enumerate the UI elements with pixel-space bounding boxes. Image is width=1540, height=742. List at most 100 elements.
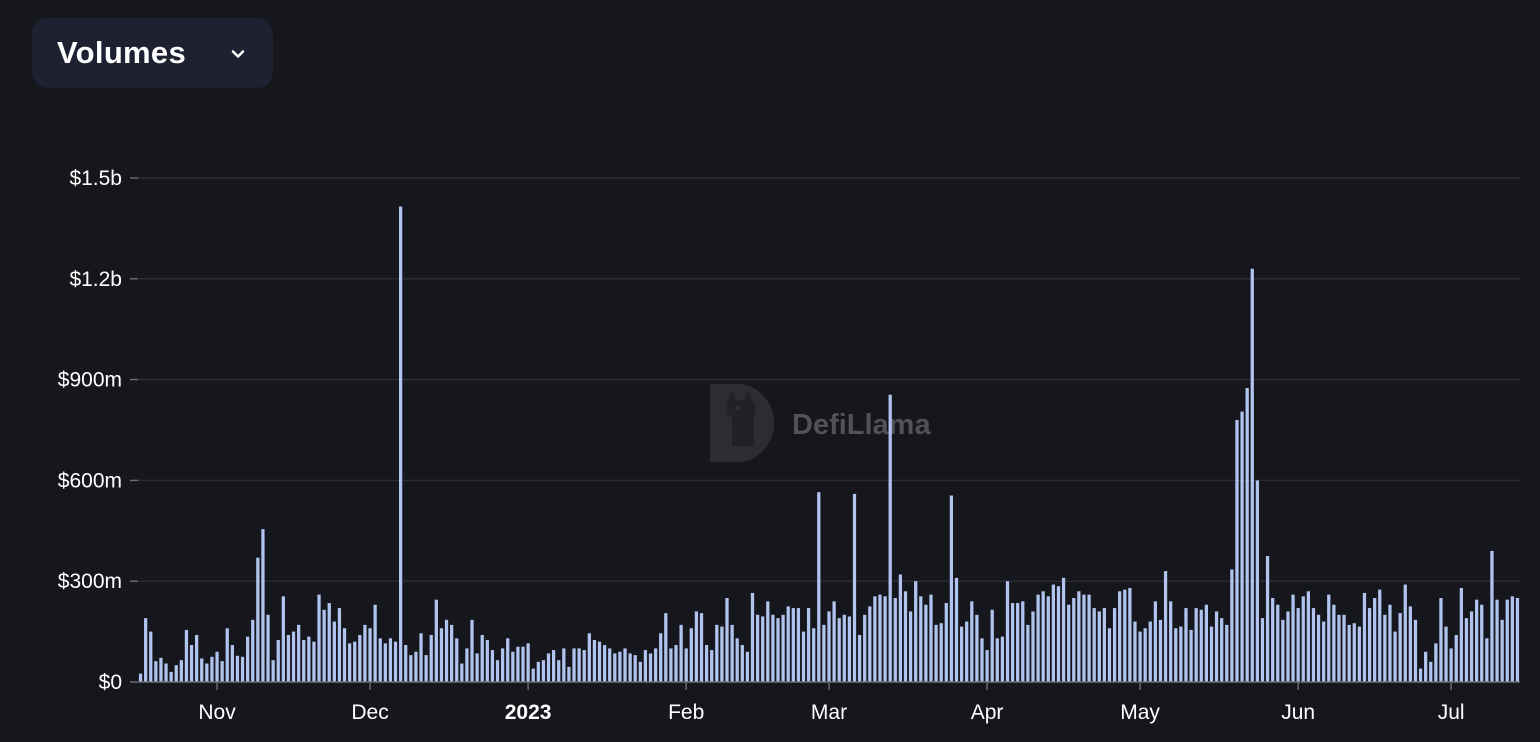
- volume-bar: [577, 648, 581, 682]
- volume-bar: [1041, 591, 1045, 682]
- x-tick-label: Apr: [971, 701, 1004, 724]
- volume-bar: [1005, 581, 1010, 682]
- volume-bar: [822, 624, 826, 682]
- volume-bar: [1408, 606, 1412, 682]
- volume-bar: [470, 619, 474, 682]
- volume-bar: [312, 641, 316, 682]
- volume-bar: [704, 645, 709, 682]
- volume-bar: [567, 666, 571, 682]
- volume-bar-chart: $0 $300m $600m $900m $1.2b $1.5b Nov Dec 2023 Feb…: [58, 167, 1520, 724]
- volume-bar: [786, 606, 790, 682]
- volume-bar: [587, 633, 591, 682]
- volume-bar: [592, 640, 597, 682]
- volume-bar: [1225, 624, 1229, 682]
- volume-bar: [750, 592, 755, 682]
- volume-bar: [1209, 626, 1214, 682]
- volume-bar: [434, 599, 438, 682]
- volume-bar: [297, 624, 301, 682]
- volume-bar: [1291, 594, 1295, 682]
- volume-bar: [1118, 591, 1122, 682]
- x-tick-label: Mar: [811, 701, 847, 724]
- volume-bar: [490, 650, 495, 682]
- y-tick-label: $600m: [58, 469, 122, 492]
- volume-bar: [914, 581, 918, 682]
- volume-bar: [944, 603, 948, 682]
- volume-bar: [378, 638, 382, 682]
- volume-bar: [562, 648, 566, 682]
- volume-bar: [368, 628, 372, 682]
- volume-bar: [1429, 661, 1433, 682]
- volume-bar: [348, 643, 352, 682]
- volume-bar: [1449, 648, 1453, 682]
- volume-bar: [164, 663, 168, 682]
- volume-bar: [1332, 604, 1336, 682]
- volume-bar: [286, 634, 291, 682]
- volume-bar: [699, 613, 704, 682]
- volume-bar: [444, 619, 449, 682]
- volume-bar: [1459, 587, 1463, 682]
- volume-bar: [149, 631, 153, 682]
- volume-bar: [388, 638, 393, 682]
- volume-bar: [664, 613, 668, 682]
- volume-bar: [725, 598, 729, 682]
- volume-bar: [1112, 608, 1117, 682]
- volume-bar: [847, 616, 852, 682]
- volume-bar: [1260, 618, 1265, 682]
- volume-bar: [1306, 591, 1310, 682]
- volume-bar: [184, 629, 189, 682]
- volume-bar: [1092, 608, 1096, 682]
- volume-bar: [975, 614, 979, 682]
- volume-bar: [694, 611, 699, 682]
- volume-bar: [291, 631, 296, 682]
- volume-bar: [1010, 603, 1015, 682]
- volume-bar: [812, 628, 816, 682]
- volume-bar: [1367, 608, 1372, 682]
- volume-bar: [1204, 604, 1208, 682]
- volume-bar: [934, 624, 938, 682]
- volume-bar: [353, 641, 357, 682]
- volume-bar: [1424, 651, 1428, 682]
- volume-bar: [516, 646, 520, 682]
- volume-bar: [1281, 619, 1285, 682]
- volume-bar: [460, 663, 464, 682]
- volume-bar: [1337, 614, 1341, 682]
- volume-bar: [740, 645, 744, 682]
- volume-bar: [954, 577, 959, 682]
- volume-bar: [383, 643, 387, 682]
- volume-bar: [1158, 619, 1163, 682]
- volume-bar: [965, 621, 969, 682]
- volume-bar: [210, 656, 214, 682]
- volume-bar: [317, 594, 321, 682]
- volume-bar: [1097, 611, 1101, 682]
- volume-bar: [266, 614, 270, 682]
- volume-bar: [414, 651, 418, 682]
- volume-bar: [878, 594, 882, 682]
- volume-bar: [1148, 621, 1152, 682]
- volume-bar: [1133, 621, 1137, 682]
- volume-bar: [766, 601, 770, 682]
- volume-bar: [602, 645, 607, 682]
- volume-bar: [251, 619, 255, 682]
- volume-bar: [903, 591, 908, 682]
- volume-bar: [852, 493, 857, 682]
- volume-bar: [1485, 638, 1489, 682]
- x-tick-label: Dec: [351, 701, 388, 724]
- volume-bar: [1184, 608, 1188, 682]
- volume-bar: [256, 557, 260, 682]
- volume-bar: [628, 653, 632, 682]
- volume-bar: [246, 636, 250, 682]
- volume-bar: [1026, 624, 1030, 682]
- volume-bar: [1194, 608, 1198, 682]
- volume-bar: [1199, 609, 1203, 682]
- volume-bar: [1373, 598, 1377, 682]
- volume-bar: [450, 624, 454, 682]
- x-tick-label: Feb: [668, 701, 704, 724]
- volume-bar: [342, 628, 347, 682]
- volume-bar: [1169, 601, 1173, 682]
- volume-bar: [1072, 598, 1076, 682]
- volume-bar: [1505, 599, 1509, 682]
- volume-bar: [1174, 628, 1178, 682]
- volume-bar: [205, 663, 209, 682]
- volume-bar: [1143, 628, 1147, 682]
- volume-bar: [215, 651, 219, 682]
